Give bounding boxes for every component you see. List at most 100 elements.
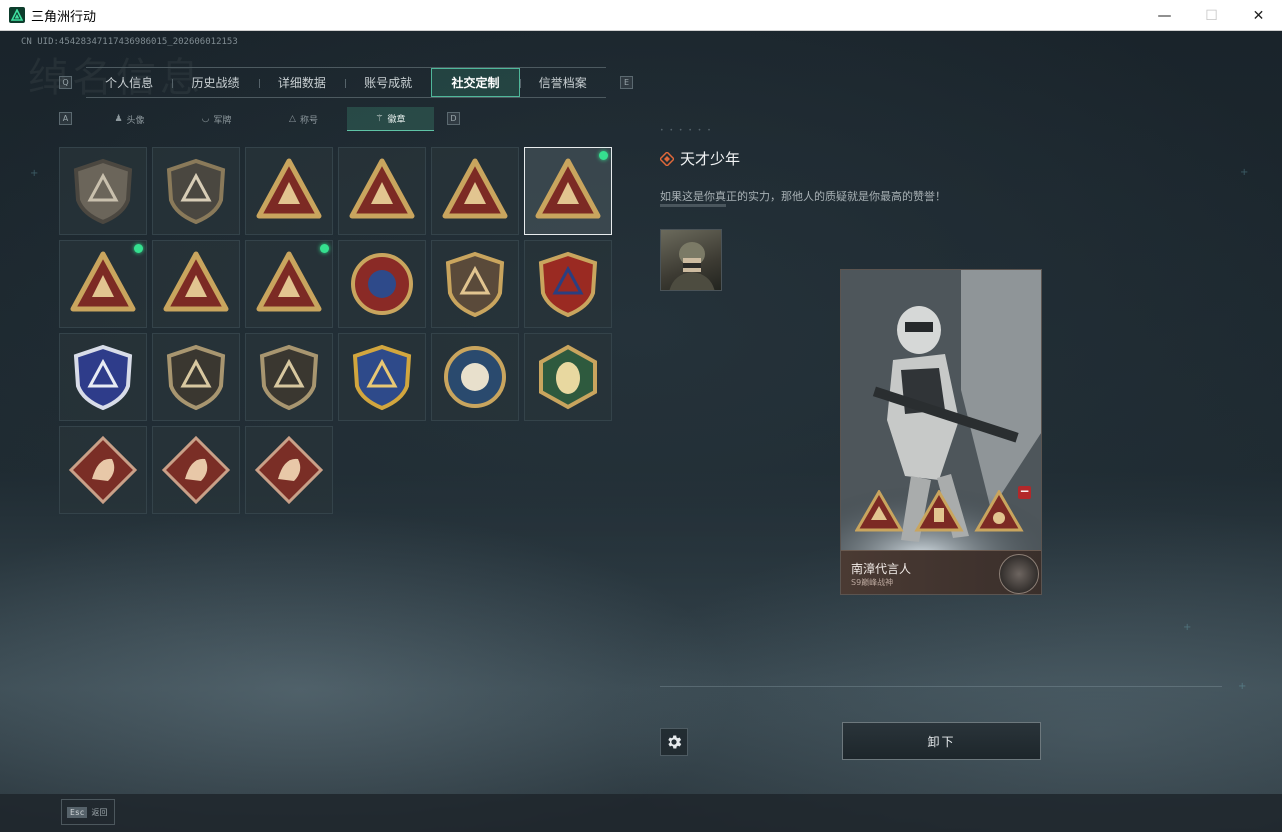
decorative-dots: • • • • • • xyxy=(660,127,713,134)
gear-icon xyxy=(668,735,682,749)
subtab-label: 徽章 xyxy=(387,115,406,125)
close-button[interactable]: ✕ xyxy=(1235,0,1282,31)
badge-cell-badge-crosshair-star[interactable] xyxy=(338,333,426,421)
tab-match-history[interactable]: 历史战绩 xyxy=(172,68,258,97)
badge-shield-arrows-icon xyxy=(445,251,505,318)
person-icon: ♟ xyxy=(114,114,123,124)
equipped-badge-3 xyxy=(974,490,1024,532)
badge-cell-badge-crest-wings[interactable] xyxy=(59,240,147,328)
badge-cell-badge-stars-shield[interactable] xyxy=(524,240,612,328)
new-indicator-dot xyxy=(134,244,143,253)
badge-cell-badge-helicopter[interactable] xyxy=(152,147,240,235)
crosshair-decoration: + xyxy=(1240,167,1249,178)
subtab-avatar[interactable]: ♟ 头像 xyxy=(86,107,173,131)
hotkey-q[interactable]: Q xyxy=(59,76,72,89)
crosshair-decoration: + xyxy=(1183,622,1192,633)
subtab-label: 军牌 xyxy=(213,115,232,126)
badge-cell-badge-number-one[interactable] xyxy=(431,147,519,235)
badge-cell-badge-delta-shield[interactable] xyxy=(59,147,147,235)
new-indicator-dot xyxy=(320,244,329,253)
new-indicator-dot xyxy=(599,151,608,160)
window-controls: — ☐ ✕ xyxy=(1141,0,1282,31)
badge-cell-badge-diamond-shield[interactable] xyxy=(59,333,147,421)
diamond-icon xyxy=(660,151,674,166)
badge-stars-shield-icon xyxy=(538,251,598,318)
subtab-badge[interactable]: ⚚ 徽章 xyxy=(347,107,434,131)
badge-wasp-hex-icon xyxy=(539,344,597,410)
title-icon: △ xyxy=(289,114,296,124)
badge-cell-badge-soldiers-laurel[interactable] xyxy=(245,240,333,328)
app-logo-icon xyxy=(9,7,25,23)
main-tab-bar: 个人信息 历史战绩 详细数据 账号成就 社交定制 信誉档案 xyxy=(86,67,606,98)
back-label: 返回 xyxy=(91,807,108,817)
badge-eagle-icon xyxy=(444,346,506,408)
card-subtitle: S9巅峰战神 xyxy=(851,578,894,587)
settings-button[interactable] xyxy=(660,728,688,756)
hotkey-e[interactable]: E xyxy=(620,76,633,89)
avatar[interactable] xyxy=(660,229,722,291)
badge-runner-icon xyxy=(254,435,324,505)
back-button[interactable]: Esc 返回 xyxy=(61,799,115,825)
esc-key: Esc xyxy=(67,806,88,818)
badge-soldiers-icon xyxy=(163,251,229,312)
crosshair-decoration: + xyxy=(30,168,39,179)
subtab-label: 称号 xyxy=(299,115,318,126)
medal-icon: ⚚ xyxy=(375,113,384,124)
remove-badge-button[interactable]: − xyxy=(1018,485,1031,499)
description-underline xyxy=(660,204,726,207)
badge-number-one-icon xyxy=(442,158,508,219)
tab-achievements[interactable]: 账号成就 xyxy=(344,68,431,97)
equipped-badge-2 xyxy=(914,490,964,532)
minimize-button[interactable]: — xyxy=(1141,0,1188,31)
badge-usb-drive-icon xyxy=(535,158,601,219)
badge-title-row: 天才少年 xyxy=(660,148,740,169)
tab-social-custom[interactable]: 社交定制 xyxy=(431,68,520,97)
badge-dragon-a-icon xyxy=(68,435,138,505)
divider xyxy=(660,686,1222,687)
subtab-dogtag[interactable]: ◡ 军牌 xyxy=(173,107,260,131)
uid-label: CN UID:45428347117436986015_202606012153 xyxy=(21,37,238,47)
maximize-button[interactable]: ☐ xyxy=(1188,0,1235,31)
subtab-title[interactable]: △ 称号 xyxy=(260,107,347,131)
badge-cell-badge-soldiers[interactable] xyxy=(152,240,240,328)
badge-no-smoking-icon xyxy=(166,344,226,411)
badge-cell-badge-runner[interactable] xyxy=(245,426,333,514)
window-titlebar: 三角洲行动 — ☐ ✕ xyxy=(0,0,1282,31)
rank-icon: ◡ xyxy=(201,114,210,124)
badge-dragon-b-icon xyxy=(161,435,231,505)
tab-personal-info[interactable]: 个人信息 xyxy=(86,68,172,97)
sub-tab-bar: ♟ 头像 ◡ 军牌 △ 称号 ⚚ 徽章 xyxy=(86,107,434,131)
badge-cell-badge-triangle-wings[interactable] xyxy=(338,147,426,235)
badge-cell-badge-s8-tank[interactable] xyxy=(245,147,333,235)
badge-description: 如果这是你真正的实力，那他人的质疑就是你最高的赞誉！ xyxy=(660,190,946,203)
badge-star-round-icon xyxy=(351,253,413,315)
badge-cell-badge-no-smoking[interactable] xyxy=(152,333,240,421)
equipped-badges xyxy=(855,490,1024,532)
badge-cell-badge-shield-arrows[interactable] xyxy=(431,240,519,328)
badge-cell-badge-wasp-hex[interactable] xyxy=(524,333,612,421)
equipped-badge-1 xyxy=(855,490,904,532)
hotkey-d[interactable]: D xyxy=(447,112,460,125)
tab-credit-record[interactable]: 信誉档案 xyxy=(519,68,606,97)
badge-cell-badge-star-round[interactable] xyxy=(338,240,426,328)
hotkey-a[interactable]: A xyxy=(59,112,72,125)
badge-s8-tank-icon xyxy=(256,158,322,219)
unequip-button[interactable]: 卸下 xyxy=(842,722,1041,760)
card-footer: 南漳代言人 S9巅峰战神 xyxy=(841,550,1041,594)
badge-soldiers-laurel-icon xyxy=(256,251,322,312)
badge-diamond-shield-icon xyxy=(73,344,133,411)
badge-crosshair-star-icon xyxy=(352,344,412,411)
badge-delta-shield-icon xyxy=(73,158,133,225)
profile-card-preview: − 南漳代言人 S9巅峰战神 xyxy=(840,269,1042,595)
badge-cell-badge-rifle-crossed[interactable] xyxy=(245,333,333,421)
tab-detailed-data[interactable]: 详细数据 xyxy=(258,68,345,97)
badge-cell-badge-usb-drive[interactable] xyxy=(524,147,612,235)
badge-title: 天才少年 xyxy=(680,150,741,168)
badge-crest-wings-icon xyxy=(70,251,136,312)
badge-cell-badge-dragon-b[interactable] xyxy=(152,426,240,514)
window-title: 三角洲行动 xyxy=(31,9,97,25)
badge-cell-badge-dragon-a[interactable] xyxy=(59,426,147,514)
badge-cell-badge-eagle[interactable] xyxy=(431,333,519,421)
bottom-bar: Esc 返回 xyxy=(0,794,1282,832)
badge-rifle-crossed-icon xyxy=(259,344,319,411)
